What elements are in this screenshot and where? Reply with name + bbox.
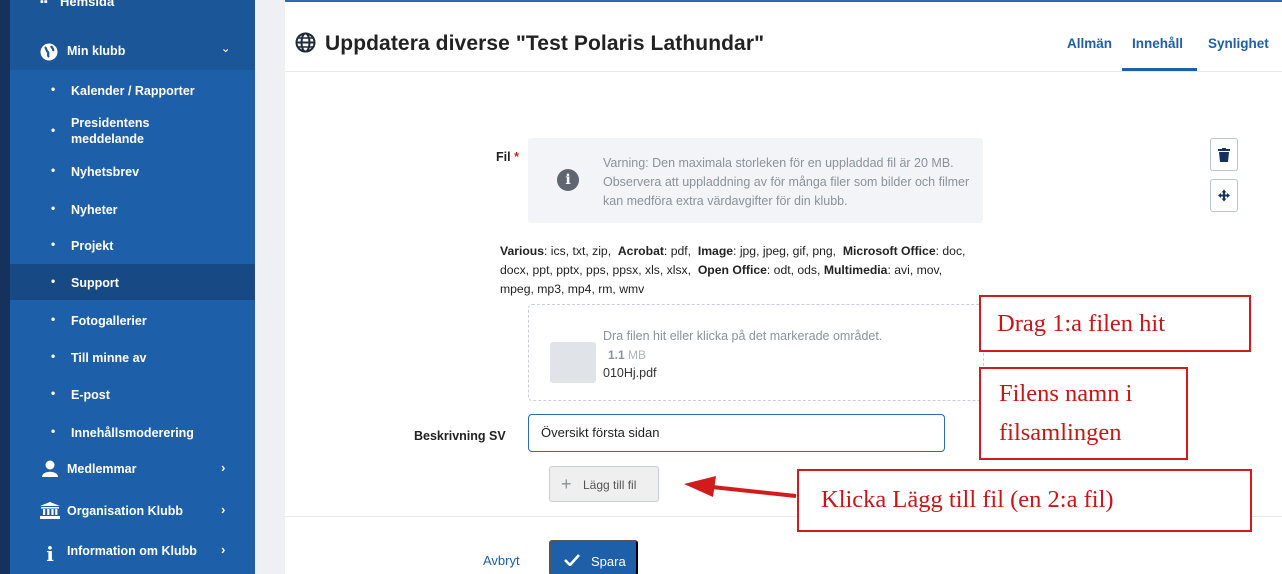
chevron-right-icon: › [221, 502, 226, 517]
add-file-button[interactable]: + Lägg till fil [549, 466, 659, 502]
sidebar-item-fotogallerier[interactable]: • Fotogallerier [10, 302, 255, 338]
globe-icon [295, 32, 316, 53]
sidebar: ▪▪ Hemsida Min klubb ⌄ • Kalender / Rapp… [10, 0, 255, 574]
active-tab-indicator [1122, 68, 1197, 71]
file-label: Fil * [496, 150, 519, 164]
sidebar-section-organisation-klubb[interactable]: Organisation Klubb › [10, 493, 255, 530]
chevron-right-icon: › [221, 460, 226, 475]
move-icon [1218, 189, 1230, 202]
sidebar-item-presidentens-meddelande[interactable]: • Presidentens meddelande [10, 106, 255, 158]
user-icon [40, 460, 60, 478]
bullet-icon: • [51, 386, 56, 400]
sidebar-item-hemsida[interactable]: ▪▪ Hemsida [10, 0, 255, 32]
info-icon: i [557, 169, 579, 191]
sidebar-item-innehallsmoderering[interactable]: • Innehållsmoderering [10, 414, 255, 450]
cancel-button[interactable]: Avbryt [483, 553, 520, 568]
delete-button[interactable] [1210, 138, 1238, 171]
chevron-down-icon: ⌄ [221, 43, 231, 55]
bullet-icon: • [51, 123, 56, 137]
bullet-icon: • [51, 201, 56, 215]
bullet-icon: • [51, 237, 56, 251]
annotation-drag-file: Drag 1:a filen hit [979, 295, 1251, 352]
description-input[interactable]: Översikt första sidan [528, 414, 945, 452]
save-button[interactable]: Spara [549, 540, 638, 574]
home-icon: ▪▪ [40, 0, 48, 8]
file-name: 010Hj.pdf [603, 366, 657, 380]
file-size: 1.1 MB [608, 348, 647, 362]
page-title: Uppdatera diverse "Test Polaris Lathunda… [325, 32, 765, 55]
sidebar-item-nyheter[interactable]: • Nyheter [10, 191, 255, 227]
sidebar-item-kalender[interactable]: • Kalender / Rapporter [10, 72, 255, 108]
chevron-right-icon: › [221, 542, 226, 557]
plus-icon: + [561, 474, 572, 494]
sidebar-item-projekt[interactable]: • Projekt [10, 227, 255, 263]
sidebar-item-nyhetsbrev[interactable]: • Nyhetsbrev [10, 153, 255, 189]
gutter [255, 0, 285, 574]
sidebar-item-till-minne-av[interactable]: • Till minne av [10, 339, 255, 375]
title-row: Uppdatera diverse "Test Polaris Lathunda… [285, 2, 1282, 72]
bullet-icon: • [51, 82, 56, 96]
description-label: Beskrivning SV [414, 429, 506, 443]
tab-innehall[interactable]: Innehåll [1132, 36, 1183, 51]
bullet-icon: • [51, 274, 56, 288]
sidebar-item-support[interactable]: • Support [10, 264, 255, 300]
window-edge [0, 0, 10, 574]
annotation-add-file: Klicka Lägg till fil (en 2:a fil) [797, 469, 1252, 532]
bullet-icon: • [51, 163, 56, 177]
app-root: ▪▪ Hemsida Min klubb ⌄ • Kalender / Rapp… [0, 0, 1282, 574]
sidebar-item-e-post[interactable]: • E-post [10, 376, 255, 412]
trash-icon [1218, 148, 1230, 162]
tab-allman[interactable]: Allmän [1067, 36, 1112, 51]
warning-text: Varning: Den maximala storleken för en u… [603, 156, 970, 208]
globe-icon [40, 43, 58, 61]
sidebar-section-information-om-klubb[interactable]: i Information om Klubb › [10, 533, 255, 570]
bullet-icon: • [51, 349, 56, 363]
dropzone-hint: Dra filen hit eller klicka på det marker… [603, 329, 883, 343]
info-icon: i [46, 542, 54, 566]
sidebar-group-min-klubb[interactable]: Min klubb ⌄ [10, 32, 255, 70]
file-dropzone[interactable]: Dra filen hit eller klicka på det marker… [528, 304, 984, 401]
file-thumbnail [550, 342, 596, 383]
check-icon [564, 554, 580, 566]
bullet-icon: • [51, 424, 56, 438]
bullet-icon: • [51, 312, 56, 326]
required-mark: * [514, 150, 519, 164]
allowed-file-types: Various: ics, txt, zip, Acrobat: pdf, Im… [500, 244, 966, 296]
tab-synlighet[interactable]: Synlighet [1208, 36, 1269, 51]
warning-box: i Varning: Den maximala storleken för en… [528, 138, 983, 223]
sidebar-section-medlemmar[interactable]: Medlemmar › [10, 451, 255, 488]
institution-icon [40, 502, 60, 520]
annotation-file-name: Filens namn i filsamlingen [979, 367, 1188, 460]
move-button[interactable] [1210, 179, 1238, 212]
